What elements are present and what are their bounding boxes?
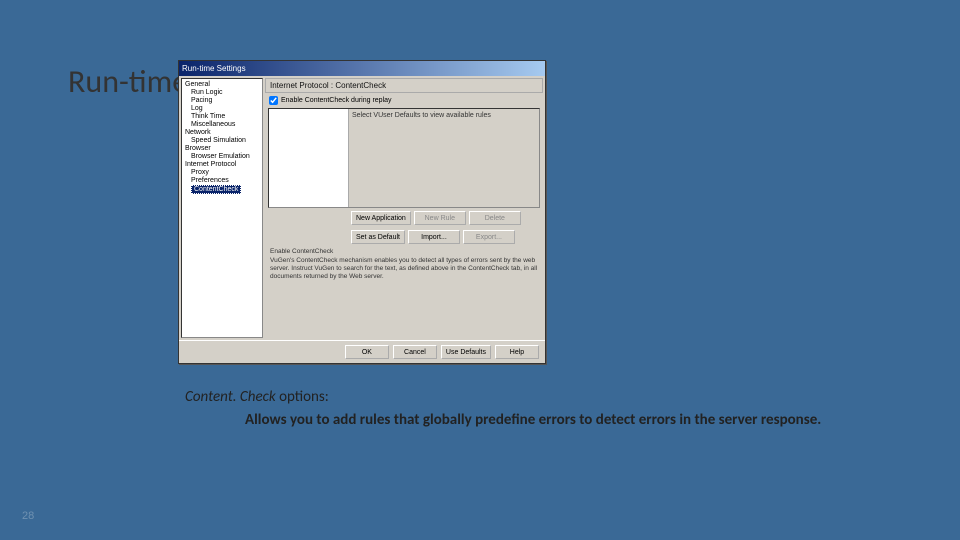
pane-header: Internet Protocol : ContentCheck (265, 78, 543, 93)
rules-empty-message: Select VUser Defaults to view available … (349, 109, 539, 207)
help-button[interactable]: Help (495, 345, 539, 359)
new-application-button[interactable]: New Application (351, 211, 411, 225)
tree-group-network[interactable]: Network (183, 129, 261, 137)
tree-item-log[interactable]: Log (183, 105, 261, 113)
export-button[interactable]: Export... (463, 230, 515, 244)
tree-item-think-time[interactable]: Think Time (183, 113, 261, 121)
use-defaults-button[interactable]: Use Defaults (441, 345, 491, 359)
tree-item-browser-emulation[interactable]: Browser Emulation (183, 153, 261, 161)
caption-line-1: Content. Check options: (185, 388, 825, 407)
settings-tree[interactable]: General Run Logic Pacing Log Think Time … (181, 78, 263, 338)
tree-group-internet-protocol[interactable]: Internet Protocol (183, 161, 261, 169)
tree-item-miscellaneous[interactable]: Miscellaneous (183, 121, 261, 129)
tree-item-speed-simulation[interactable]: Speed Simulation (183, 137, 261, 145)
rules-list[interactable] (269, 109, 349, 207)
enable-contentcheck-row: Enable ContentCheck during replay (265, 93, 543, 108)
ok-button[interactable]: OK (345, 345, 389, 359)
tree-item-preferences[interactable]: Preferences (183, 177, 261, 185)
dialog-titlebar: Run-time Settings (179, 61, 545, 76)
tree-item-proxy[interactable]: Proxy (183, 169, 261, 177)
tree-item-run-logic[interactable]: Run Logic (183, 89, 261, 97)
dialog-footer: OK Cancel Use Defaults Help (179, 340, 545, 363)
hint-panel: Enable ContentCheck VuGen's ContentCheck… (268, 248, 540, 282)
slide-caption: Content. Check options: Allows you to ad… (185, 388, 825, 430)
delete-button[interactable]: Delete (469, 211, 521, 225)
dialog-body: General Run Logic Pacing Log Think Time … (179, 76, 545, 340)
set-default-button[interactable]: Set as Default (351, 230, 405, 244)
caption-rest: options: (276, 388, 329, 406)
tree-item-pacing[interactable]: Pacing (183, 97, 261, 105)
caption-description: Allows you to add rules that globally pr… (185, 411, 825, 430)
slide-number: 28 (22, 510, 34, 522)
enable-contentcheck-label: Enable ContentCheck during replay (281, 97, 392, 104)
cancel-button[interactable]: Cancel (393, 345, 437, 359)
new-rule-button[interactable]: New Rule (414, 211, 466, 225)
tree-group-general[interactable]: General (183, 81, 261, 89)
dialog-title: Run-time Settings (182, 64, 246, 73)
hint-title: Enable ContentCheck (270, 248, 538, 257)
tree-item-contentcheck[interactable]: ContentCheck (183, 185, 261, 195)
rules-button-row-2: Set as Default Import... Export... (265, 227, 543, 246)
runtime-settings-dialog: Run-time Settings General Run Logic Paci… (178, 60, 546, 364)
import-button[interactable]: Import... (408, 230, 460, 244)
rules-button-row-1: New Application New Rule Delete (265, 208, 543, 227)
tree-group-browser[interactable]: Browser (183, 145, 261, 153)
enable-contentcheck-checkbox[interactable] (269, 96, 278, 105)
caption-italic: Content. Check (185, 388, 276, 406)
settings-right-pane: Internet Protocol : ContentCheck Enable … (265, 78, 543, 338)
hint-body: VuGen's ContentCheck mechanism enables y… (270, 257, 538, 281)
rules-area: Select VUser Defaults to view available … (268, 108, 540, 208)
